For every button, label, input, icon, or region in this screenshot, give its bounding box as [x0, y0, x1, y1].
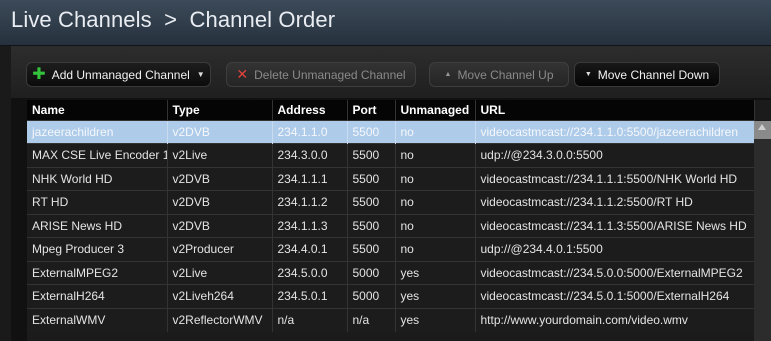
caret-down-icon: ▼ [196, 70, 205, 79]
toolbar: ✚ Add Unmanaged Channel ▼ ✕ Delete Unman… [11, 46, 771, 98]
move-channel-down-button[interactable]: ▼ Move Channel Down [574, 62, 720, 87]
cell-type: v2ReflectorWMV [167, 307, 273, 332]
cell-unmanaged: no [395, 213, 476, 238]
cell-name: NHK World HD [27, 166, 168, 191]
delete-unmanaged-channel-label: Delete Unmanaged Channel [254, 67, 406, 82]
cell-url: udp://@234.3.0.0:5500 [475, 143, 755, 167]
cell-address: 234.1.1.1 [272, 166, 348, 191]
move-channel-up-label: Move Channel Up [457, 67, 554, 82]
triangle-down-icon: ▼ [584, 71, 592, 78]
cell-address: 234.1.1.3 [272, 213, 348, 238]
cell-name: ExternalMPEG2 [27, 260, 168, 285]
cell-port: 5500 [347, 190, 396, 214]
cell-address: n/a [272, 307, 348, 332]
table-row[interactable]: ExternalWMV v2ReflectorWMV n/a n/a yes http:/… [27, 307, 755, 332]
table-row[interactable]: ExternalMPEG2 v2Live 234.5.0.0 5000 yes video… [27, 260, 755, 285]
column-header-url[interactable]: URL [475, 100, 755, 121]
cell-url: udp://@234.4.0.1:5500 [475, 237, 755, 261]
cell-url: videocastmcast://234.1.1.1:5500/NHK Worl… [475, 166, 755, 191]
cell-port: 5500 [347, 237, 396, 261]
triangle-up-icon: ▲ [444, 71, 452, 78]
cell-unmanaged: no [395, 190, 476, 214]
cell-url: videocastmcast://234.5.0.0:5000/External… [475, 260, 755, 285]
cell-url: videocastmcast://234.5.0.1:5000/External… [475, 284, 755, 308]
column-header-port[interactable]: Port [347, 100, 396, 121]
cell-type: v2Producer [167, 237, 273, 261]
cell-unmanaged: no [395, 237, 476, 261]
cell-type: v2Live [167, 260, 273, 285]
cell-name: Mpeg Producer 3 [27, 237, 168, 261]
cell-unmanaged: no [395, 143, 476, 167]
cell-type: v2Live [167, 143, 273, 167]
cell-unmanaged: yes [395, 284, 476, 308]
column-header-name[interactable]: Name [27, 100, 168, 121]
scroll-up-button[interactable] [754, 121, 771, 139]
cell-port: 5500 [347, 213, 396, 238]
cell-address: 234.5.0.1 [272, 284, 348, 308]
cell-type: v2DVB [167, 166, 273, 191]
add-unmanaged-channel-label: Add Unmanaged Channel [51, 67, 190, 82]
add-unmanaged-channel-button[interactable]: ✚ Add Unmanaged Channel ▼ [26, 62, 211, 87]
table-row[interactable]: RT HD v2DVB 234.1.1.2 5500 no videocastmcast:… [27, 190, 755, 214]
table-row[interactable]: MAX CSE Live Encoder 1 v2Live 234.3.0.0 550… [27, 143, 755, 167]
title-bar: Live Channels > Channel Order [0, 0, 771, 46]
cell-name: jazeerachildren [27, 119, 168, 144]
cell-port: 5500 [347, 166, 396, 191]
cell-address: 234.4.0.1 [272, 237, 348, 261]
x-icon: ✕ [236, 66, 249, 82]
vertical-scrollbar[interactable] [754, 121, 771, 341]
cell-url: videocastmcast://234.1.1.2:5500/RT HD [475, 190, 755, 214]
table-row[interactable]: jazeerachildren v2DVB 234.1.1.0 5500 no video… [27, 119, 755, 144]
table-row[interactable]: ARISE News HD v2DVB 234.1.1.3 5500 no videoca… [27, 213, 755, 238]
channel-order-panel: ✚ Add Unmanaged Channel ▼ ✕ Delete Unman… [11, 46, 771, 341]
cell-name: MAX CSE Live Encoder 1 [27, 143, 168, 167]
cell-name: ExternalWMV [27, 307, 168, 332]
cell-url: videocastmcast://234.1.1.0:5500/jazeerac… [475, 119, 755, 144]
cell-unmanaged: yes [395, 307, 476, 332]
cell-type: v2DVB [167, 119, 273, 144]
channel-table: Name Type Address Port Unmanaged URL jaz… [27, 100, 771, 341]
move-channel-up-button[interactable]: ▲ Move Channel Up [429, 62, 569, 87]
cell-url: videocastmcast://234.1.1.3:5500/ARISE Ne… [475, 213, 755, 238]
cell-unmanaged: no [395, 119, 476, 144]
cell-address: 234.1.1.2 [272, 190, 348, 214]
cell-url: http://www.yourdomain.com/video.wmv [475, 307, 755, 332]
cell-address: 234.1.1.0 [272, 119, 348, 144]
cell-port: n/a [347, 307, 396, 332]
cell-port: 5000 [347, 284, 396, 308]
table-row[interactable]: ExternalH264 v2Liveh264 234.5.0.1 5000 yes vi… [27, 284, 755, 308]
scroll-up-arrow-icon [758, 124, 766, 130]
column-header-address[interactable]: Address [272, 100, 348, 121]
column-header-type[interactable]: Type [167, 100, 273, 121]
cell-port: 5500 [347, 143, 396, 167]
plus-icon: ✚ [32, 65, 46, 83]
cell-unmanaged: no [395, 166, 476, 191]
cell-type: v2DVB [167, 213, 273, 238]
table-header-row: Name Type Address Port Unmanaged URL [27, 100, 755, 121]
cell-address: 234.5.0.0 [272, 260, 348, 285]
page-title: Live Channels > Channel Order [11, 7, 336, 32]
table-row[interactable]: NHK World HD v2DVB 234.1.1.1 5500 no videocas… [27, 166, 755, 191]
column-header-unmanaged[interactable]: Unmanaged [395, 100, 476, 121]
table-row[interactable]: Mpeg Producer 3 v2Producer 234.4.0.1 5500 no… [27, 237, 755, 261]
cell-type: v2DVB [167, 190, 273, 214]
delete-unmanaged-channel-button[interactable]: ✕ Delete Unmanaged Channel [226, 62, 416, 87]
cell-address: 234.3.0.0 [272, 143, 348, 167]
cell-port: 5000 [347, 260, 396, 285]
cell-type: v2Liveh264 [167, 284, 273, 308]
cell-port: 5500 [347, 119, 396, 144]
cell-unmanaged: yes [395, 260, 476, 285]
move-channel-down-label: Move Channel Down [597, 67, 710, 82]
cell-name: RT HD [27, 190, 168, 214]
cell-name: ARISE News HD [27, 213, 168, 238]
cell-name: ExternalH264 [27, 284, 168, 308]
